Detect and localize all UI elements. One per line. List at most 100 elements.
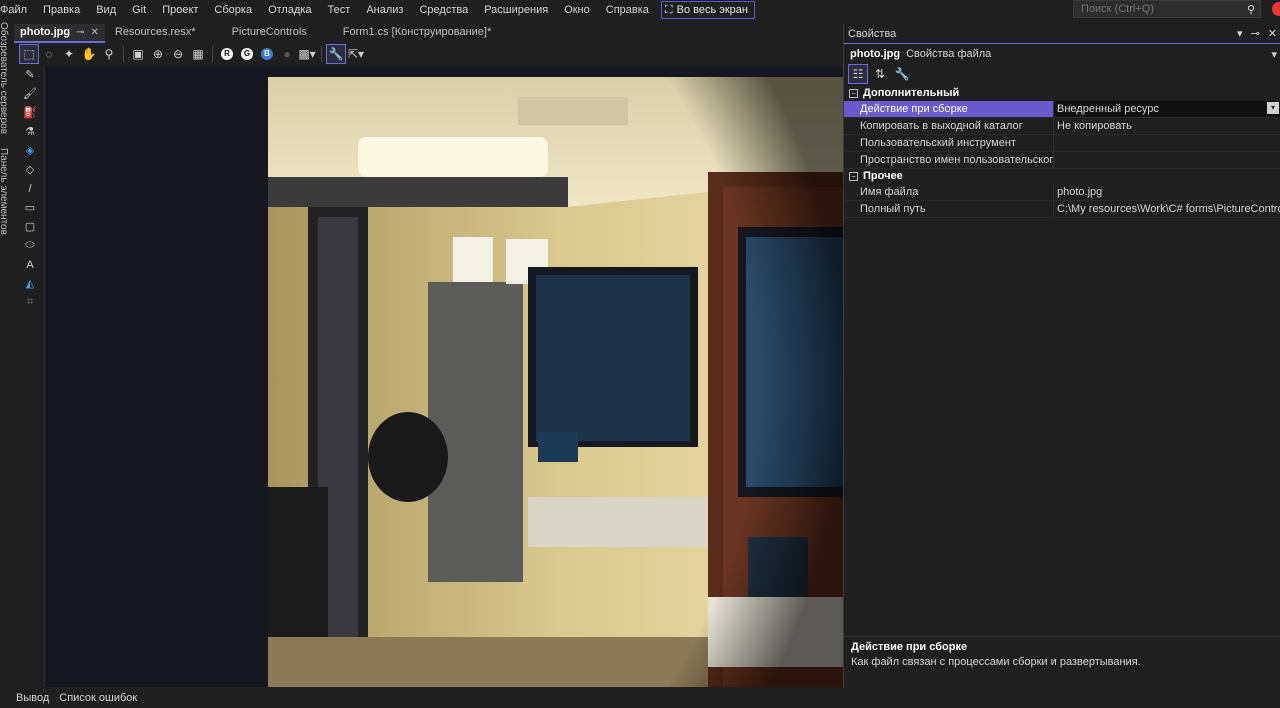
pin-icon[interactable]: ⊸ [1251, 27, 1260, 40]
chevron-down-icon[interactable]: ▾ [1237, 27, 1243, 40]
zoom-out-icon[interactable]: ⊖ [169, 45, 187, 63]
property-name: Имя файла [844, 184, 1054, 200]
select-rect-icon[interactable]: ⬚ [19, 44, 39, 64]
ellipse-icon[interactable]: ⬭ [20, 237, 40, 254]
rectangle-icon[interactable]: ▭ [20, 199, 40, 216]
menu-build[interactable]: Сборка [206, 0, 260, 20]
zoom-in-icon[interactable]: ⊕ [149, 45, 167, 63]
properties-icon[interactable]: 🔧 [326, 44, 346, 64]
pin-icon[interactable]: ⊸ [76, 24, 84, 41]
alpha-channel-icon[interactable]: ● [278, 45, 296, 63]
category-advanced[interactable]: − Дополнительный [844, 86, 1280, 101]
green-channel-icon[interactable]: G [238, 45, 256, 63]
notification-badge[interactable] [1272, 2, 1280, 16]
toolbox-tab[interactable]: Панель элементов [0, 148, 9, 235]
zoom-icon[interactable]: ⚲ [100, 45, 118, 63]
properties-toolbar: ☷ ⇅ 🔧 [844, 64, 1280, 84]
tab-label: Form1.cs [Конструирование]* [342, 26, 492, 38]
bottom-tool-tabs: Вывод Список ошибок [0, 688, 1280, 708]
rounded-rect-icon[interactable]: ▢ [20, 218, 40, 235]
document-tabs: photo.jpg ⊸ ✕ Resources.resx* PictureCon… [14, 24, 840, 43]
airbrush-icon[interactable]: ⛽ [20, 104, 40, 121]
property-description: Действие при сборке Как файл связан с пр… [844, 636, 1280, 686]
property-value[interactable] [1054, 152, 1280, 168]
tab-form1-designer[interactable]: Form1.cs [Конструирование]* [337, 24, 497, 41]
alphabetical-icon[interactable]: ⇅ [871, 65, 889, 83]
menu-git[interactable]: Git [124, 0, 154, 20]
property-row[interactable]: Пространство имен пользовательского [844, 152, 1280, 169]
menu-tools[interactable]: Средства [411, 0, 476, 20]
property-row[interactable]: Пользовательский инструмент [844, 135, 1280, 152]
line-icon[interactable]: / [20, 180, 40, 197]
tab-label: photo.jpg [20, 26, 71, 38]
categorized-icon[interactable]: ☷ [848, 64, 868, 84]
search-icon[interactable]: ⚲ [1247, 3, 1255, 16]
property-row[interactable]: Имя файла photo.jpg [844, 184, 1280, 201]
tab-label: PictureControls [231, 26, 307, 38]
chevron-down-icon[interactable]: ▾ [1271, 48, 1277, 61]
search-input[interactable] [1079, 2, 1233, 16]
tab-resources-resx[interactable]: Resources.resx* [109, 24, 202, 41]
object-kind: Свойства файла [906, 48, 992, 60]
tab-error-list[interactable]: Список ошибок [59, 692, 137, 704]
property-value[interactable] [1054, 135, 1280, 151]
magic-wand-icon[interactable]: ✦ [60, 45, 78, 63]
fill-icon[interactable]: ◈ [20, 142, 40, 159]
separator [212, 46, 213, 62]
lasso-icon[interactable]: ◌ [40, 45, 58, 63]
grid-icon[interactable]: ▦ [189, 45, 207, 63]
property-row[interactable]: Действие при сборке Внедренный ресурс ▾ [844, 101, 1280, 118]
property-value[interactable]: C:\My resources\Work\C# forms\PictureCon… [1054, 201, 1280, 217]
hand-pan-icon[interactable]: ✋ [80, 45, 98, 63]
property-name: Копировать в выходной каталог [844, 118, 1054, 134]
property-value-text: Внедренный ресурс [1057, 103, 1159, 115]
category-misc[interactable]: − Прочее [844, 169, 1280, 184]
fullscreen-icon: ⛶ [664, 4, 673, 16]
menu-debug[interactable]: Отладка [260, 0, 319, 20]
brush-icon[interactable]: 🖌 [20, 85, 40, 102]
eraser-icon[interactable]: ◇ [20, 161, 40, 178]
eyedropper-icon[interactable]: ⚗ [20, 123, 40, 140]
select-icon[interactable]: ⌗ [20, 294, 40, 311]
property-value[interactable]: photo.jpg [1054, 184, 1280, 200]
menu-edit[interactable]: Правка [35, 0, 88, 20]
properties-header: Свойства ▾ ⊸ ✕ [844, 24, 1280, 44]
fit-icon[interactable]: ▣ [129, 45, 147, 63]
menu-file[interactable]: Файл [0, 0, 35, 20]
server-explorer-tab[interactable]: Обозреватель серверов [0, 22, 9, 134]
menu-window[interactable]: Окно [556, 0, 598, 20]
separator [123, 46, 124, 62]
transparency-icon[interactable]: ▩▾ [298, 45, 316, 63]
tab-photo-jpg[interactable]: photo.jpg ⊸ ✕ [14, 24, 105, 43]
property-row[interactable]: Полный путь C:\My resources\Work\C# form… [844, 201, 1280, 218]
property-value[interactable]: Внедренный ресурс ▾ [1054, 101, 1280, 117]
text-icon[interactable]: A [20, 256, 40, 273]
fullscreen-button[interactable]: ⛶ Во весь экран [660, 1, 755, 19]
menu-analyze[interactable]: Анализ [358, 0, 411, 20]
pencil-icon[interactable]: ✎ [20, 66, 40, 83]
close-icon[interactable]: ✕ [90, 24, 98, 41]
properties-panel: Свойства ▾ ⊸ ✕ photo.jpg Свойства файла … [843, 24, 1280, 688]
search-box[interactable]: ⚲ [1073, 0, 1261, 18]
export-icon[interactable]: ⇱▾ [347, 45, 365, 63]
collapse-icon[interactable]: − [849, 89, 858, 98]
property-pages-icon[interactable]: 🔧 [893, 65, 911, 83]
tab-picturecontrols[interactable]: PictureControls [226, 24, 313, 41]
menu-help[interactable]: Справка [598, 0, 657, 20]
collapse-icon[interactable]: − [849, 172, 858, 181]
menu-project[interactable]: Проект [154, 0, 206, 20]
menu-test[interactable]: Тест [320, 0, 359, 20]
properties-object-selector[interactable]: photo.jpg Свойства файла ▾ [844, 45, 1280, 63]
property-value[interactable]: Не копировать [1054, 118, 1280, 134]
property-row[interactable]: Копировать в выходной каталог Не копиров… [844, 118, 1280, 135]
menu-extensions[interactable]: Расширения [476, 0, 556, 20]
menu-view[interactable]: Вид [88, 0, 124, 20]
red-channel-icon[interactable]: R [218, 45, 236, 63]
blue-channel-icon[interactable]: B [258, 45, 276, 63]
close-icon[interactable]: ✕ [1268, 27, 1277, 40]
tab-output[interactable]: Вывод [16, 692, 49, 704]
chevron-down-icon[interactable]: ▾ [1267, 102, 1279, 114]
crop-icon[interactable]: ◭ [20, 275, 40, 292]
object-name: photo.jpg [850, 48, 901, 60]
category-label: Прочее [863, 170, 903, 182]
